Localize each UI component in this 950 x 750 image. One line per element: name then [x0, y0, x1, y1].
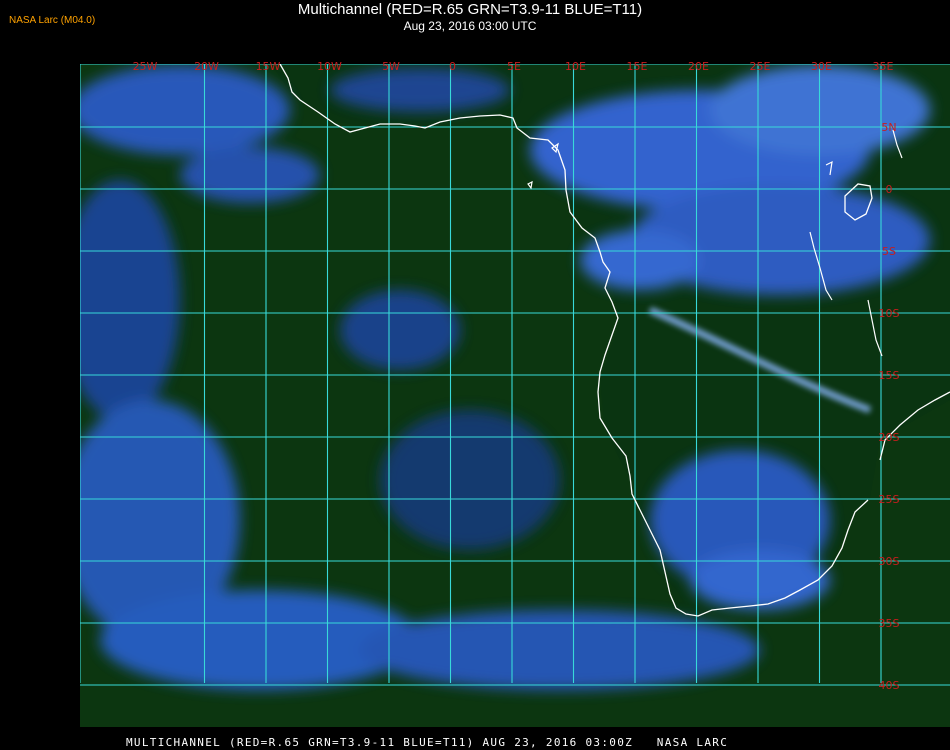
longitude-label: 5W — [382, 60, 400, 73]
footer-caption: MULTICHANNEL (RED=R.65 GRN=T3.9-11 BLUE=… — [126, 736, 729, 749]
latitude-label: 5N — [881, 121, 896, 134]
latitude-label: 35S — [879, 617, 900, 630]
longitude-label: 10E — [565, 60, 586, 73]
latitude-label: 15S — [879, 369, 900, 382]
latitude-label: 20S — [879, 431, 900, 444]
longitude-label: 0 — [449, 60, 456, 73]
longitude-label: 20E — [688, 60, 709, 73]
longitude-label: 30E — [811, 60, 832, 73]
latitude-label: 0 — [886, 183, 893, 196]
longitude-label: 20W — [194, 60, 219, 73]
longitude-label: 5E — [507, 60, 521, 73]
longitude-label: 35E — [873, 60, 894, 73]
latitude-label: 25S — [879, 493, 900, 506]
longitude-label: 10W — [317, 60, 342, 73]
satellite-map: 25W 20W 15W 10W 5W 0 5E 10E 15E 20E 25E 30E 35E 5N 0 5… — [80, 60, 950, 727]
latitude-label: 10S — [879, 307, 900, 320]
longitude-label: 15W — [256, 60, 281, 73]
longitude-label: 25E — [750, 60, 771, 73]
longitude-label: 25W — [133, 60, 158, 73]
latitude-label: 5S — [882, 245, 896, 258]
latitude-label: 30S — [879, 555, 900, 568]
latitude-label: 40S — [879, 679, 900, 692]
longitude-label: 15E — [627, 60, 648, 73]
